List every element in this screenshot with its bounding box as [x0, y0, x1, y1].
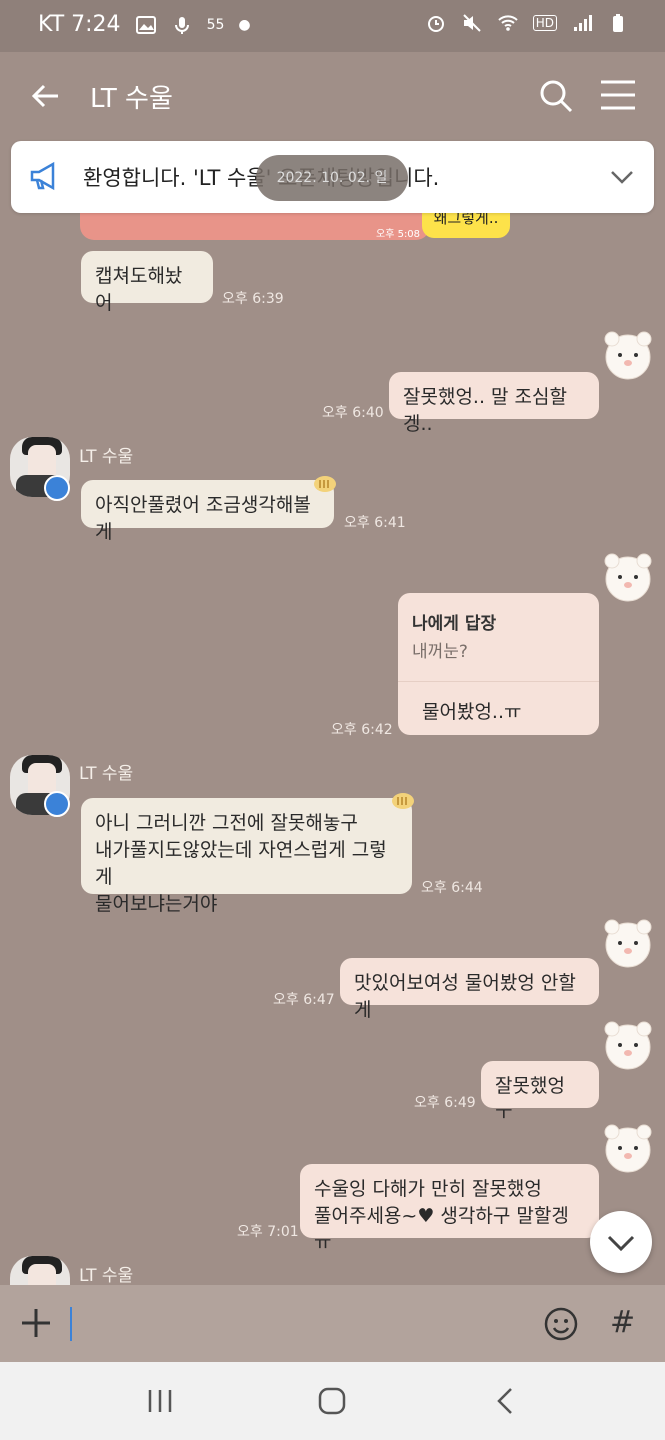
message-time: 오후 5:08	[376, 229, 421, 240]
message-line: 물어보냐는거야	[95, 893, 218, 915]
reply-quote: 내꺼눈?	[412, 642, 468, 662]
scroll-to-bottom-button[interactable]	[590, 1211, 652, 1273]
hashtag-icon[interactable]: #	[610, 1305, 635, 1340]
gallery-icon	[135, 15, 156, 34]
dot-icon: ●	[238, 16, 251, 33]
back-icon[interactable]	[491, 1386, 521, 1416]
sender-name: LT 수울	[79, 1266, 134, 1286]
chat-header: LT 수울	[0, 52, 665, 144]
data-indicator: 55	[206, 16, 225, 33]
bear-sticker-icon	[604, 331, 652, 380]
reply-title: 나에게 답장	[412, 614, 497, 634]
signal-icon	[574, 15, 592, 31]
message-time: 오후 6:47	[273, 992, 335, 1008]
message-input-bar: #	[0, 1285, 665, 1362]
message-line: 수울잉 다해가 만히 잘못했엉	[314, 1178, 542, 1200]
message-line: 내가풀지도않았는데 자연스럽게 그렇게	[95, 839, 387, 888]
plus-icon[interactable]	[20, 1307, 52, 1339]
sender-name: LT 수울	[79, 447, 134, 467]
home-icon[interactable]	[317, 1386, 347, 1416]
message-text: 아직안풀렸어 조금생각해볼게	[95, 494, 311, 543]
message-line: 아니 그러니깐 그전에 잘못해놓구	[95, 812, 358, 834]
message-line: 풀어주세용~♥ 생각하구 말할겡 ㅠ	[314, 1205, 569, 1254]
message-bubble-out[interactable]: 잘못했엉 ㅜ	[481, 1061, 599, 1124]
message-time: 오후 6:39	[222, 291, 284, 307]
message-text: 물어봤엉..ㅠ	[422, 701, 522, 723]
date-overlay: 2022. 10. 02. 일	[256, 155, 408, 201]
chevron-down-icon	[607, 1235, 635, 1252]
host-crown-icon	[44, 791, 70, 817]
sender-name: LT 수울	[79, 764, 134, 784]
message-time: 오후 6:49	[414, 1095, 476, 1111]
reply-message-bubble[interactable]: 나에게 답장 내꺼눈? 물어봤엉..ㅠ	[398, 593, 599, 735]
bear-sticker-icon	[604, 1124, 652, 1173]
back-arrow-icon[interactable]	[28, 78, 64, 114]
battery-icon	[613, 14, 623, 32]
message-bubble-in[interactable]: 아니 그러니깐 그전에 잘못해놓구 내가풀지도않았는데 자연스럽게 그렇게 물어…	[81, 798, 412, 915]
mute-icon	[463, 14, 481, 32]
reaction-icon[interactable]	[313, 475, 337, 493]
status-bar: KT 7:24 55 ● HD	[0, 0, 665, 52]
menu-icon[interactable]	[598, 78, 638, 112]
reaction-icon[interactable]	[391, 792, 415, 810]
host-crown-icon	[44, 475, 70, 501]
message-time: 오후 7:01	[237, 1224, 299, 1240]
hd-icon: HD	[532, 15, 557, 31]
mic-icon	[174, 16, 189, 34]
chevron-down-icon[interactable]	[608, 167, 636, 187]
carrier-time: KT 7:24	[38, 12, 121, 37]
recent-apps-icon[interactable]	[145, 1386, 175, 1416]
megaphone-icon	[30, 161, 55, 191]
message-text: 잘못했엉 ㅜ	[495, 1075, 565, 1124]
bear-sticker-icon	[604, 553, 652, 602]
bear-sticker-icon	[604, 919, 652, 968]
message-bubble-out[interactable]: 잘못했엉.. 말 조심할겡..	[389, 372, 599, 435]
message-input[interactable]	[70, 1307, 72, 1341]
message-time: 오후 6:44	[421, 880, 483, 896]
search-icon[interactable]	[536, 76, 576, 116]
message-text: 잘못했엉.. 말 조심할겡..	[403, 386, 567, 435]
bear-sticker-icon	[604, 1021, 652, 1070]
message-bubble-in[interactable]: 아직안풀렸어 조금생각해볼게	[81, 480, 334, 543]
wifi-icon	[498, 15, 518, 31]
emoji-icon[interactable]	[543, 1306, 579, 1342]
divider	[398, 681, 599, 682]
message-bubble-out[interactable]: 수울잉 다해가 만히 잘못했엉 풀어주세용~♥ 생각하구 말할겡 ㅠ	[300, 1164, 599, 1254]
system-navigation-bar	[0, 1362, 665, 1440]
message-bubble-out[interactable]: 맛있어보여성 물어봤엉 안할게	[340, 958, 599, 1021]
message-time: 오후 6:41	[344, 515, 406, 531]
message-text: 맛있어보여성 물어봤엉 안할게	[354, 972, 576, 1021]
alarm-icon	[427, 16, 444, 32]
message-bubble-in[interactable]: 캡쳐도해놨어	[81, 251, 213, 314]
message-text: 캡쳐도해놨어	[95, 265, 183, 314]
message-time: 오후 6:42	[331, 722, 393, 738]
chat-title: LT 수울	[90, 84, 173, 114]
message-time: 오후 6:40	[322, 405, 384, 421]
avatar[interactable]	[10, 1256, 70, 1285]
